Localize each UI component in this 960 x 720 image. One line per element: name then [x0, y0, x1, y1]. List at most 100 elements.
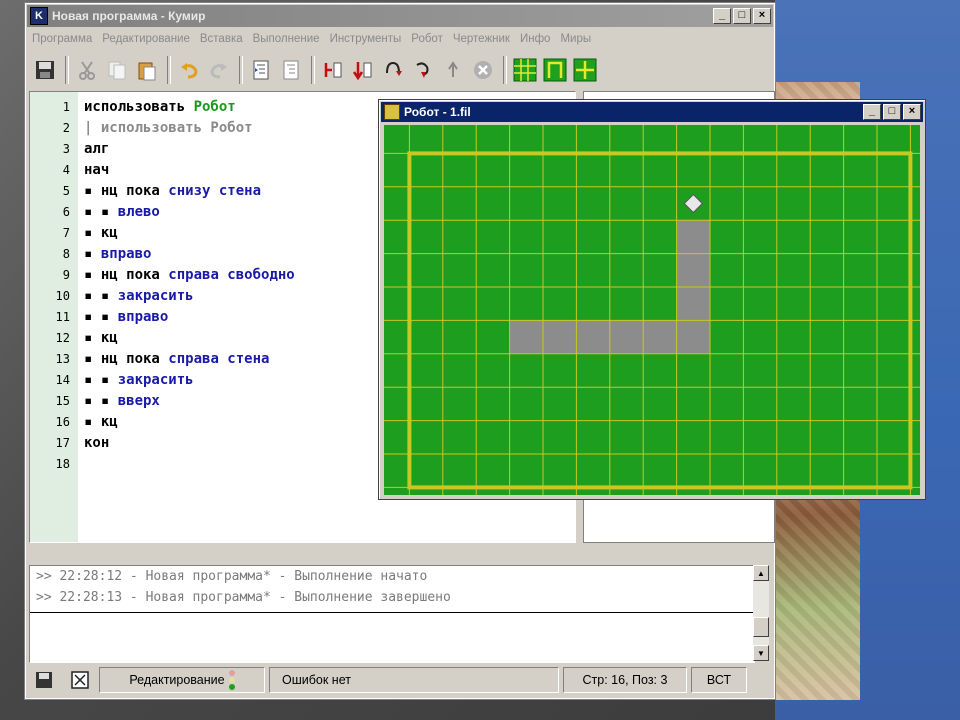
code-text: ▪ ▪ вверх — [84, 393, 160, 409]
code-token: алг — [84, 140, 110, 157]
code-token: вправо — [100, 245, 152, 262]
unindent-icon[interactable] — [277, 56, 305, 84]
line-number: 18 — [55, 456, 70, 471]
code-token: нц пока — [100, 182, 169, 199]
menu-edit[interactable]: Редактирование — [97, 33, 195, 45]
line-number: 1 — [62, 99, 70, 114]
robot-window: Робот - 1.fil _ □ × — [378, 99, 926, 500]
menu-info[interactable]: Инфо — [515, 33, 555, 45]
menu-robot[interactable]: Робот — [406, 33, 448, 45]
code-token: влево — [117, 203, 160, 220]
code-text: | использовать Робот — [84, 120, 253, 136]
code-token: ▪ ▪ — [84, 287, 118, 304]
scroll-up-button[interactable]: ▲ — [753, 565, 769, 581]
save-icon[interactable] — [31, 56, 59, 84]
close-button[interactable]: × — [753, 8, 771, 24]
maximize-button[interactable]: □ — [733, 8, 751, 24]
cursor-position-label: Стр: 16, Поз: 3 — [582, 673, 668, 687]
painted-cell — [676, 220, 710, 254]
line-number: 8 — [62, 246, 70, 261]
robot-close-button[interactable]: × — [903, 104, 921, 120]
menu-program[interactable]: Программа — [27, 33, 97, 45]
redo-icon[interactable] — [205, 56, 233, 84]
errors-label: Ошибок нет — [282, 673, 351, 687]
code-token: справа стена — [168, 350, 270, 367]
code-text: нач — [84, 162, 109, 178]
robot-minimize-button[interactable]: _ — [863, 104, 881, 120]
window-title: Новая программа - Кумир — [52, 9, 206, 23]
line-number: 3 — [62, 141, 70, 156]
painted-cell — [643, 320, 677, 354]
robot-app-icon — [384, 104, 400, 120]
line-number: 9 — [62, 267, 70, 282]
cut-icon[interactable] — [73, 56, 101, 84]
line-number: 14 — [55, 372, 70, 387]
menu-worlds[interactable]: Миры — [555, 33, 596, 45]
stop-icon[interactable] — [469, 56, 497, 84]
code-text: ▪ вправо — [84, 246, 151, 262]
code-token: нач — [84, 161, 110, 178]
insert-mode[interactable]: ВСТ — [691, 667, 747, 693]
robot-frame-icon[interactable] — [541, 56, 569, 84]
robot-title-bar[interactable]: Робот - 1.fil _ □ × — [381, 102, 923, 122]
code-token: ▪ ▪ — [84, 371, 118, 388]
scroll-down-button[interactable]: ▼ — [753, 645, 769, 661]
code-token: закрасить — [117, 371, 194, 388]
robot-maximize-button[interactable]: □ — [883, 104, 901, 120]
menu-insert[interactable]: Вставка — [195, 33, 248, 45]
scroll-thumb[interactable] — [753, 617, 769, 637]
code-token: Робот — [193, 98, 236, 115]
menu-drawer[interactable]: Чертежник — [448, 33, 515, 45]
painted-cell — [676, 287, 710, 321]
title-bar[interactable]: K Новая программа - Кумир _ □ × — [27, 5, 773, 27]
step-over-icon[interactable] — [379, 56, 407, 84]
line-number: 11 — [55, 309, 70, 324]
code-token: ▪ ▪ — [84, 203, 118, 220]
log-vertical-scrollbar[interactable]: ▲ ▼ — [753, 565, 769, 661]
copy-icon[interactable] — [103, 56, 131, 84]
save-status-icon[interactable] — [27, 667, 61, 693]
run-icon[interactable] — [319, 56, 347, 84]
step-out-icon[interactable] — [439, 56, 467, 84]
code-text: ▪ кц — [84, 414, 118, 430]
code-token: | использовать Робот — [84, 119, 253, 136]
menu-run[interactable]: Выполнение — [248, 33, 325, 45]
line-number: 4 — [62, 162, 70, 177]
line-number: 15 — [55, 393, 70, 408]
robot-grid-icon[interactable] — [511, 56, 539, 84]
robot-window-title: Робот - 1.fil — [404, 105, 471, 119]
code-text: кон — [84, 435, 109, 451]
code-text: ▪ ▪ влево — [84, 204, 160, 220]
line-number: 17 — [55, 435, 70, 450]
insert-mode-label: ВСТ — [706, 673, 732, 687]
robot-field[interactable] — [384, 125, 920, 495]
code-token: справа свободно — [168, 266, 295, 283]
undo-icon[interactable] — [175, 56, 203, 84]
painted-cell — [609, 320, 644, 354]
code-text: ▪ ▪ закрасить — [84, 288, 194, 304]
editor-horizontal-scrollbar[interactable] — [29, 543, 574, 557]
code-token: ▪ — [84, 413, 101, 430]
step-into-icon[interactable] — [409, 56, 437, 84]
paste-icon[interactable] — [133, 56, 161, 84]
menu-tools[interactable]: Инструменты — [325, 33, 407, 45]
toolbar — [27, 51, 773, 89]
line-number: 5 — [62, 183, 70, 198]
minimize-button[interactable]: _ — [713, 8, 731, 24]
robot-cross-icon[interactable] — [571, 56, 599, 84]
code-text: ▪ нц пока снизу стена — [84, 183, 261, 199]
code-token: закрасить — [117, 287, 194, 304]
code-token: ▪ — [84, 245, 101, 262]
step-icon[interactable] — [349, 56, 377, 84]
line-number: 7 — [62, 225, 70, 240]
kumir-logo-icon: K — [30, 7, 48, 25]
menu-bar: Программа Редактирование Вставка Выполне… — [27, 29, 773, 49]
code-text: ▪ ▪ закрасить — [84, 372, 194, 388]
close-log-icon[interactable] — [65, 667, 95, 693]
code-token: кц — [100, 329, 118, 346]
code-text: ▪ ▪ вправо — [84, 309, 168, 325]
line-number: 2 — [62, 120, 70, 135]
cursor-position: Стр: 16, Поз: 3 — [563, 667, 687, 693]
code-text: ▪ нц пока справа стена — [84, 351, 269, 367]
indent-icon[interactable] — [247, 56, 275, 84]
